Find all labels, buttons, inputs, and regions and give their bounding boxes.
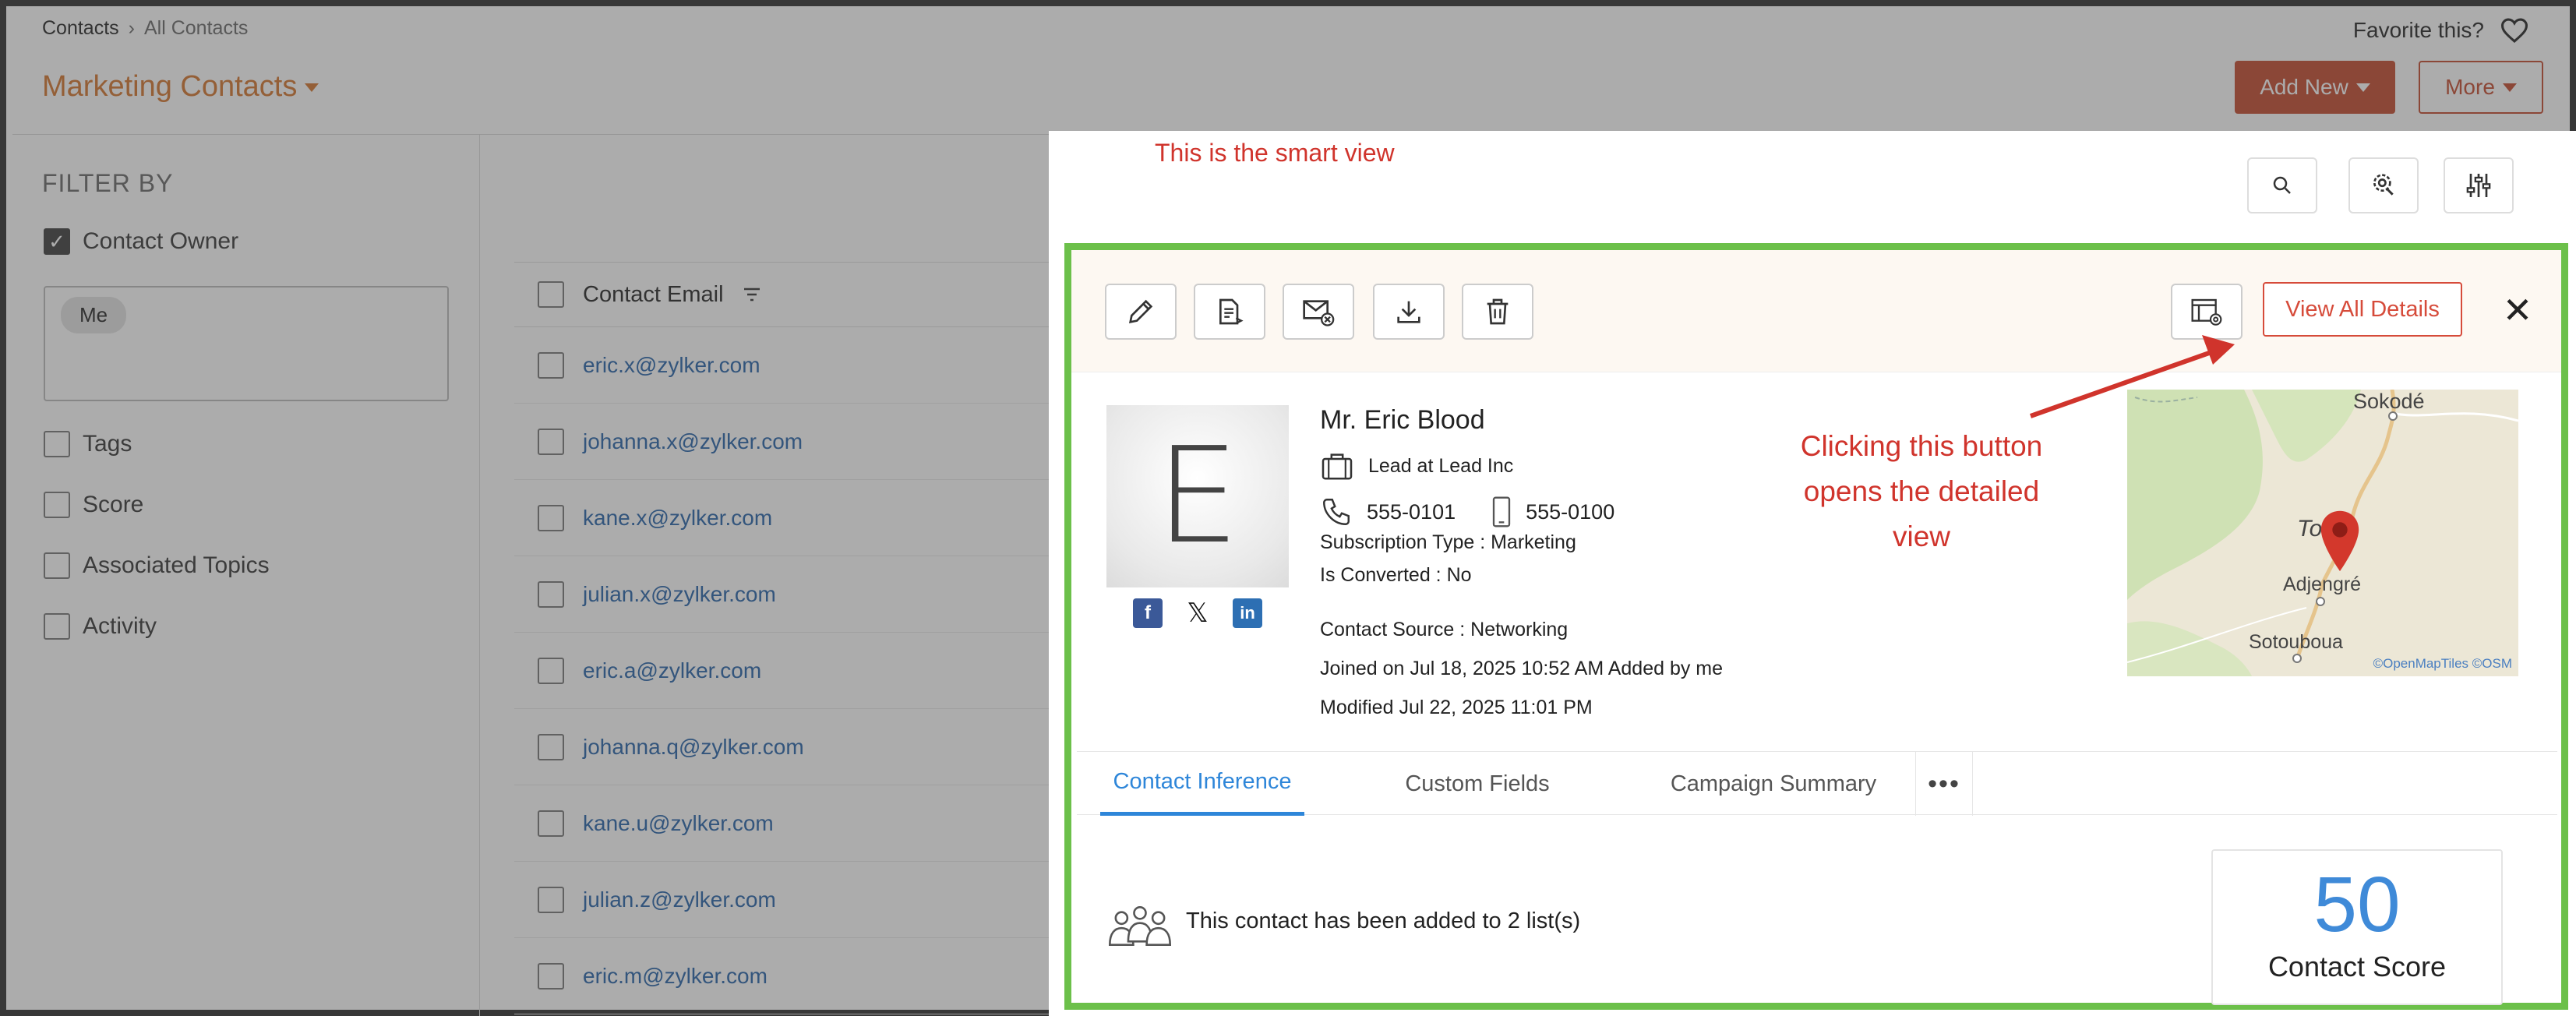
linkedin-icon[interactable]: in: [1233, 598, 1262, 628]
contact-name: Mr. Eric Blood: [1320, 405, 1485, 435]
social-links: f 𝕏 in: [1133, 598, 1262, 628]
gear-search-icon: [2373, 174, 2394, 196]
avatar: E: [1106, 405, 1289, 587]
modified-info: Modified Jul 22, 2025 11:01 PM: [1320, 697, 1593, 718]
search-button[interactable]: [2247, 157, 2317, 213]
joined-info: Joined on Jul 18, 2025 10:52 AM Added by…: [1320, 658, 1724, 679]
map-credit[interactable]: ©OpenMapTiles ©OSM: [2373, 656, 2512, 672]
map-label: Sokodé: [2353, 390, 2425, 413]
lists-info: This contact has been added to 2 list(s): [1186, 908, 1581, 933]
subscription-type: Subscription Type : Marketing: [1320, 531, 1576, 553]
designation: Lead at Lead Inc: [1368, 454, 1514, 477]
callout-annotation: Clicking this button opens the detailed …: [1800, 430, 2043, 552]
phone-row: 555-0101 555-0100: [1320, 496, 1614, 528]
designation-row: Lead at Lead Inc: [1320, 452, 1513, 480]
map-label: Adjengré: [2283, 573, 2362, 595]
group-users-icon: [1109, 905, 1171, 946]
mobile-number[interactable]: 555-0100: [1526, 500, 1614, 524]
tab-custom-fields[interactable]: Custom Fields: [1376, 752, 1579, 816]
smart-view-annotation: This is the smart view: [1155, 139, 1395, 167]
settings-button[interactable]: [2348, 157, 2419, 213]
score-label: Contact Score: [2267, 951, 2447, 982]
detail-tabs: Contact Inference Custom Fields Campaign…: [1077, 751, 2557, 816]
mobile-icon: [1492, 496, 1511, 527]
x-twitter-icon[interactable]: 𝕏: [1183, 598, 1212, 628]
tab-contact-inference[interactable]: Contact Inference: [1100, 752, 1304, 816]
score-value: 50: [2313, 861, 2401, 948]
tab-campaign-summary[interactable]: Campaign Summary: [1649, 752, 1898, 816]
map-pin-icon: [2320, 510, 2359, 572]
contact-source: Contact Source : Networking: [1320, 619, 1569, 640]
is-converted: Is Converted : No: [1320, 564, 1472, 586]
location-map[interactable]: Sokodé To Adjengré Sotouboua ©OpenMapTil…: [2127, 390, 2518, 676]
phone-number[interactable]: 555-0101: [1367, 500, 1456, 524]
customize-columns-button[interactable]: [2444, 157, 2514, 213]
contact-score-card: 50 Contact Score: [2211, 849, 2503, 1005]
search-icon: [2273, 176, 2291, 194]
sliders-icon: [2466, 174, 2491, 197]
facebook-icon[interactable]: f: [1133, 598, 1163, 628]
more-tabs-icon[interactable]: •••: [1915, 752, 1973, 816]
smart-view-panel: This is the smart view View All Details …: [1049, 131, 2576, 1016]
briefcase-icon: [1322, 453, 1353, 480]
map-label: Sotouboua: [2249, 631, 2343, 653]
phone-icon: [1323, 499, 1350, 525]
